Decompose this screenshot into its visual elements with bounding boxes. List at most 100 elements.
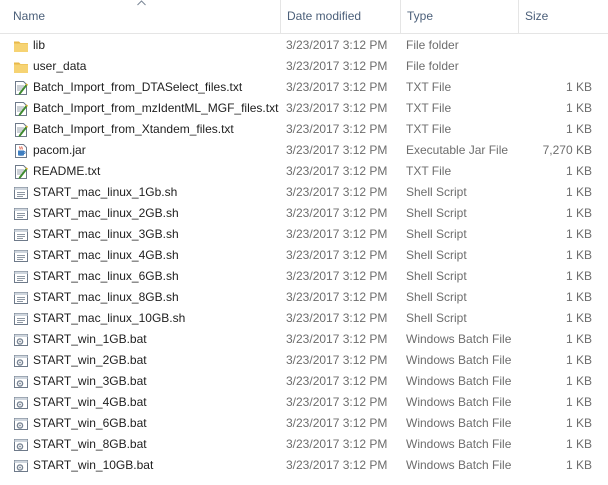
batch-file-icon bbox=[13, 395, 29, 411]
file-name: START_win_8GB.bat bbox=[33, 437, 147, 451]
file-row[interactable]: START_mac_linux_4GB.sh 3/23/2017 3:12 PM S… bbox=[0, 245, 608, 266]
file-date-modified: 3/23/2017 3:12 PM bbox=[286, 416, 388, 430]
file-type: Windows Batch File bbox=[406, 395, 512, 409]
file-row[interactable]: user_data 3/23/2017 3:12 PM File folder bbox=[0, 56, 608, 77]
file-name: Batch_Import_from_DTASelect_files.txt bbox=[33, 80, 243, 94]
file-name: README.txt bbox=[33, 164, 101, 178]
file-date-modified: 3/23/2017 3:12 PM bbox=[286, 248, 388, 262]
column-header-date-modified[interactable]: Date modified bbox=[280, 0, 400, 33]
file-name: START_win_3GB.bat bbox=[33, 374, 147, 388]
file-row[interactable]: START_win_1GB.bat 3/23/2017 3:12 PM Window… bbox=[0, 329, 608, 350]
file-date-modified: 3/23/2017 3:12 PM bbox=[286, 374, 388, 388]
file-row[interactable]: START_win_3GB.bat 3/23/2017 3:12 PM Window… bbox=[0, 371, 608, 392]
file-row[interactable]: START_win_2GB.bat 3/23/2017 3:12 PM Window… bbox=[0, 350, 608, 371]
text-file-icon bbox=[13, 101, 29, 117]
file-row[interactable]: START_win_8GB.bat 3/23/2017 3:12 PM Window… bbox=[0, 434, 608, 455]
batch-file-icon bbox=[13, 437, 29, 453]
file-name: START_mac_linux_2GB.sh bbox=[33, 206, 179, 220]
file-type: Executable Jar File bbox=[406, 143, 509, 157]
file-name: START_win_4GB.bat bbox=[33, 395, 147, 409]
file-size: 1 KB bbox=[565, 332, 592, 346]
file-row[interactable]: START_mac_linux_6GB.sh 3/23/2017 3:12 PM S… bbox=[0, 266, 608, 287]
column-header-size[interactable]: Size bbox=[518, 0, 608, 33]
script-file-icon bbox=[13, 290, 29, 306]
file-type: Windows Batch File bbox=[406, 332, 512, 346]
file-size: 1 KB bbox=[565, 185, 592, 199]
file-date-modified: 3/23/2017 3:12 PM bbox=[286, 38, 388, 52]
file-date-modified: 3/23/2017 3:12 PM bbox=[286, 185, 388, 199]
file-type: Windows Batch File bbox=[406, 416, 512, 430]
file-row[interactable]: START_win_10GB.bat 3/23/2017 3:12 PM Windo… bbox=[0, 455, 608, 476]
file-row[interactable]: Batch_Import_from_Xtandem_files.txt 3/23/… bbox=[0, 119, 608, 140]
file-date-modified: 3/23/2017 3:12 PM bbox=[286, 311, 388, 325]
batch-file-icon bbox=[13, 353, 29, 369]
file-name: START_mac_linux_10GB.sh bbox=[33, 311, 186, 325]
file-row[interactable]: Batch_Import_from_mzIdentML_MGF_files.tx… bbox=[0, 98, 608, 119]
file-size: 1 KB bbox=[565, 164, 592, 178]
script-file-icon bbox=[13, 311, 29, 327]
file-date-modified: 3/23/2017 3:12 PM bbox=[286, 353, 388, 367]
script-file-icon bbox=[13, 269, 29, 285]
file-type: TXT File bbox=[406, 80, 452, 94]
file-type: Shell Script bbox=[406, 227, 467, 241]
file-row[interactable]: START_mac_linux_8GB.sh 3/23/2017 3:12 PM S… bbox=[0, 287, 608, 308]
file-size: 1 KB bbox=[565, 458, 592, 472]
file-row[interactable]: START_mac_linux_3GB.sh 3/23/2017 3:12 PM S… bbox=[0, 224, 608, 245]
file-name: Batch_Import_from_mzIdentML_MGF_files.tx… bbox=[33, 101, 279, 115]
file-name: START_win_1GB.bat bbox=[33, 332, 147, 346]
file-name: START_win_10GB.bat bbox=[33, 458, 154, 472]
file-type: Windows Batch File bbox=[406, 437, 512, 451]
file-list: lib 3/23/2017 3:12 PM File folder user_data… bbox=[0, 35, 608, 476]
file-type: Shell Script bbox=[406, 206, 467, 220]
file-size: 1 KB bbox=[565, 80, 592, 94]
file-date-modified: 3/23/2017 3:12 PM bbox=[286, 269, 388, 283]
file-size: 1 KB bbox=[565, 101, 592, 115]
file-row[interactable]: START_win_6GB.bat 3/23/2017 3:12 PM Window… bbox=[0, 413, 608, 434]
file-name: START_mac_linux_4GB.sh bbox=[33, 248, 179, 262]
file-date-modified: 3/23/2017 3:12 PM bbox=[286, 458, 388, 472]
text-file-icon bbox=[13, 80, 29, 96]
column-header-bar: Name Date modified Type Size bbox=[0, 0, 608, 34]
folder-icon bbox=[13, 38, 29, 54]
file-size: 1 KB bbox=[565, 311, 592, 325]
file-size: 7,270 KB bbox=[542, 143, 592, 157]
file-type: Windows Batch File bbox=[406, 353, 512, 367]
file-name: START_win_6GB.bat bbox=[33, 416, 147, 430]
file-row[interactable]: START_mac_linux_1Gb.sh 3/23/2017 3:12 PM S… bbox=[0, 182, 608, 203]
file-date-modified: 3/23/2017 3:12 PM bbox=[286, 395, 388, 409]
file-row[interactable]: pacom.jar 3/23/2017 3:12 PM Executable Jar… bbox=[0, 140, 608, 161]
file-date-modified: 3/23/2017 3:12 PM bbox=[286, 332, 388, 346]
file-row[interactable]: START_win_4GB.bat 3/23/2017 3:12 PM Window… bbox=[0, 392, 608, 413]
text-file-icon bbox=[13, 164, 29, 180]
script-file-icon bbox=[13, 227, 29, 243]
file-row[interactable]: START_mac_linux_10GB.sh 3/23/2017 3:12 PM… bbox=[0, 308, 608, 329]
file-date-modified: 3/23/2017 3:12 PM bbox=[286, 143, 388, 157]
file-row[interactable]: START_mac_linux_2GB.sh 3/23/2017 3:12 PM S… bbox=[0, 203, 608, 224]
batch-file-icon bbox=[13, 374, 29, 390]
file-row[interactable]: Batch_Import_from_DTASelect_files.txt 3/2… bbox=[0, 77, 608, 98]
file-explorer-details-view: Name Date modified Type Size lib 3/23/201… bbox=[0, 0, 608, 485]
file-name: START_win_2GB.bat bbox=[33, 353, 147, 367]
file-type: Shell Script bbox=[406, 290, 467, 304]
file-row[interactable]: README.txt 3/23/2017 3:12 PM TXT File 1 KB bbox=[0, 161, 608, 182]
file-size: 1 KB bbox=[565, 206, 592, 220]
file-date-modified: 3/23/2017 3:12 PM bbox=[286, 164, 388, 178]
file-type: Shell Script bbox=[406, 269, 467, 283]
file-size: 1 KB bbox=[565, 290, 592, 304]
script-file-icon bbox=[13, 185, 29, 201]
file-type: Shell Script bbox=[406, 311, 467, 325]
file-type: File folder bbox=[406, 59, 459, 73]
file-type: File folder bbox=[406, 38, 459, 52]
file-size: 1 KB bbox=[565, 122, 592, 136]
file-date-modified: 3/23/2017 3:12 PM bbox=[286, 59, 388, 73]
file-date-modified: 3/23/2017 3:12 PM bbox=[286, 290, 388, 304]
text-file-icon bbox=[13, 122, 29, 138]
column-header-type[interactable]: Type bbox=[400, 0, 518, 33]
batch-file-icon bbox=[13, 458, 29, 474]
file-row[interactable]: lib 3/23/2017 3:12 PM File folder bbox=[0, 35, 608, 56]
script-file-icon bbox=[13, 248, 29, 264]
file-size: 1 KB bbox=[565, 437, 592, 451]
file-date-modified: 3/23/2017 3:12 PM bbox=[286, 437, 388, 451]
file-name: pacom.jar bbox=[33, 143, 86, 157]
file-name: lib bbox=[33, 38, 46, 52]
